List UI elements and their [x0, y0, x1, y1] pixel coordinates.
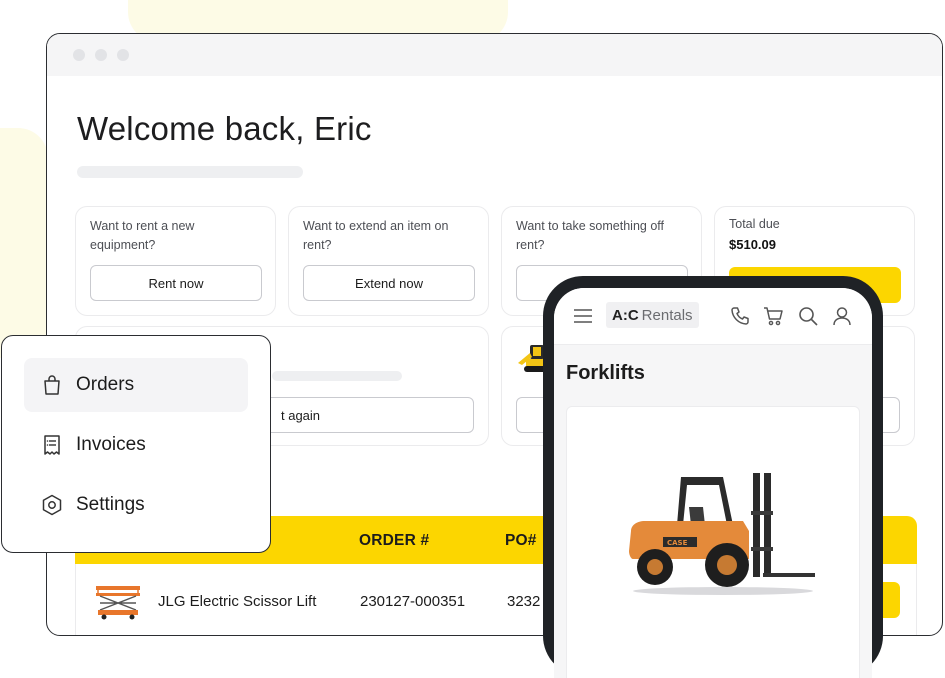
card-rent-text: Want to rent a new equipment? — [90, 219, 195, 252]
phone-screen: A:C Rentals Forklifts CASE — [554, 288, 872, 678]
page-title: Welcome back, Eric — [77, 110, 372, 147]
skeleton-reorder — [272, 371, 402, 381]
extend-now-button[interactable]: Extend now — [303, 265, 475, 301]
sidebar-item-label: Orders — [76, 374, 135, 395]
card-off-rent-text: Want to take something off rent? — [516, 219, 664, 252]
browser-titlebar — [47, 34, 942, 76]
receipt-icon — [44, 435, 60, 455]
sidebar-item-label: Invoices — [76, 434, 146, 455]
menu-icon[interactable] — [572, 305, 594, 327]
card-extend: Want to extend an item on rent? Extend n… — [288, 206, 489, 316]
column-header-order: ORDER # — [359, 532, 430, 549]
card-extend-text: Want to extend an item on rent? — [303, 219, 449, 252]
rent-now-button[interactable]: Rent now — [90, 265, 262, 301]
phone-frame: A:C Rentals Forklifts CASE — [543, 276, 883, 678]
cart-icon[interactable] — [762, 305, 784, 327]
row-item-name: JLG Electric Scissor Lift — [158, 593, 317, 610]
total-due-label: Total due — [729, 217, 780, 231]
scissor-lift-icon — [96, 586, 140, 620]
row-po-number: 3232 — [507, 593, 541, 610]
svg-text:CASE: CASE — [667, 539, 688, 547]
user-icon[interactable] — [831, 305, 853, 327]
sidebar-item-label: Settings — [76, 494, 145, 515]
section-title: Forklifts — [566, 362, 645, 384]
sidebar-item-orders[interactable]: Orders — [24, 358, 248, 412]
background-accent-left — [0, 128, 48, 358]
brand-logo[interactable]: A:C Rentals — [606, 302, 699, 328]
window-dot-minimize[interactable] — [95, 49, 107, 61]
search-icon[interactable] — [797, 305, 819, 327]
sidebar-menu: Orders Invoices Settings — [1, 335, 271, 553]
column-header-po: PO# — [505, 532, 537, 549]
sidebar-item-invoices[interactable]: Invoices — [24, 418, 248, 472]
brand-logo-text: Rentals — [641, 306, 693, 324]
window-dot-maximize[interactable] — [117, 49, 129, 61]
row-order-number: 230127-000351 — [360, 593, 466, 610]
product-card[interactable]: CASE — [566, 406, 860, 678]
total-due-value: $510.09 — [729, 237, 776, 252]
shopping-bag-icon — [44, 375, 60, 395]
forklift-image: CASE — [629, 473, 815, 595]
card-rent: Want to rent a new equipment? Rent now — [75, 206, 276, 316]
skeleton-subtitle — [77, 166, 303, 178]
phone-header: A:C Rentals — [554, 288, 872, 345]
phone-icon[interactable] — [729, 305, 751, 327]
sidebar-item-settings[interactable]: Settings — [24, 478, 248, 532]
hexagon-settings-icon — [42, 494, 62, 516]
brand-logo-mark: A:C — [612, 306, 639, 324]
window-dot-close[interactable] — [73, 49, 85, 61]
